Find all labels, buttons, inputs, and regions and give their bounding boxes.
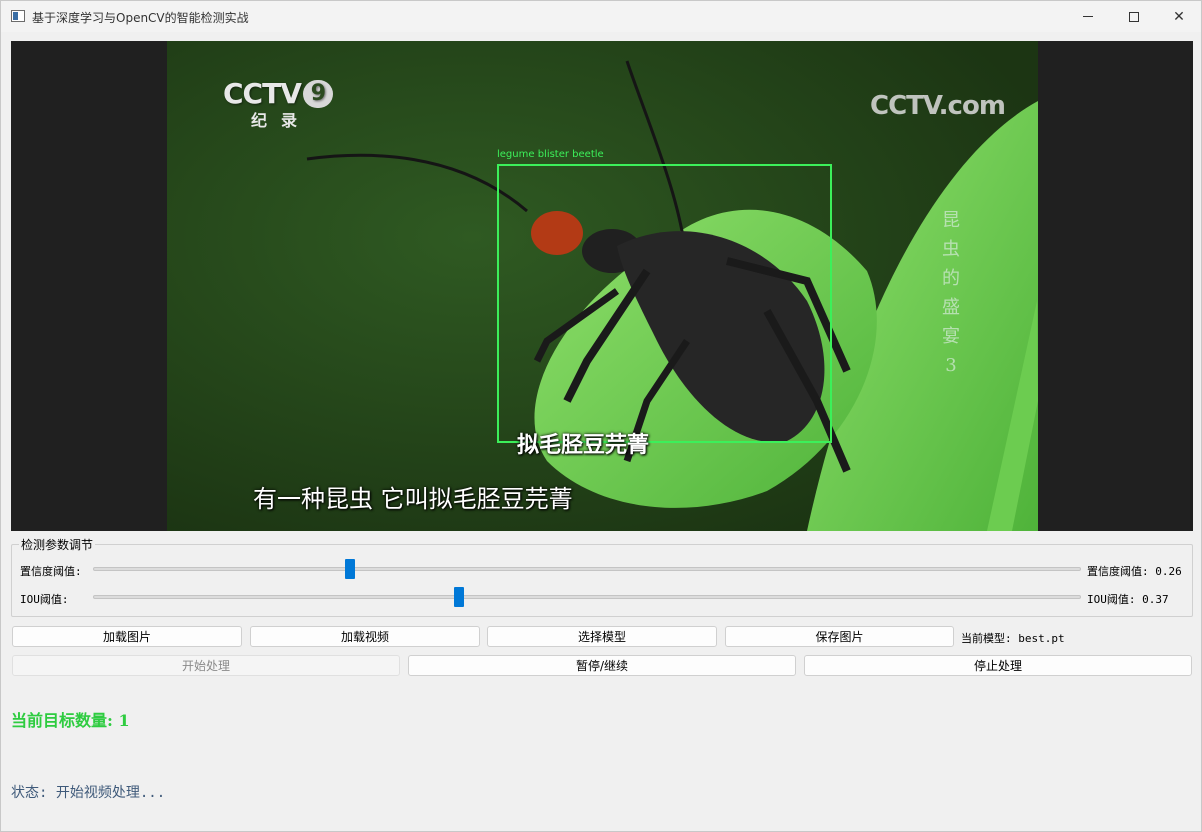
video-frame: CCTV 9 纪录 CCTV.com 昆 虫 的 盛 宴 3 legume bli… bbox=[167, 41, 1038, 531]
iou-value: IOU阈值: 0.37 bbox=[1087, 593, 1169, 606]
window-title: 基于深度学习与OpenCV的智能检测实战 bbox=[32, 11, 249, 25]
title-bar[interactable]: 基于深度学习与OpenCV的智能检测实战 ✕ bbox=[1, 1, 1201, 32]
stop-processing-button[interactable]: 停止处理 bbox=[804, 655, 1192, 676]
side-caption-char: 的 bbox=[942, 268, 960, 289]
maximize-button[interactable] bbox=[1111, 1, 1157, 32]
target-count-label: 当前目标数量: 1 bbox=[11, 711, 130, 730]
confidence-label: 置信度阈值: bbox=[20, 565, 82, 578]
side-caption-char: 3 bbox=[945, 355, 957, 376]
confidence-slider-handle[interactable] bbox=[344, 559, 355, 579]
detection-params-title: 检测参数调节 bbox=[19, 536, 96, 553]
iou-slider[interactable] bbox=[93, 595, 1081, 599]
detection-label: legume blister beetle bbox=[497, 149, 604, 160]
channel-logo: CCTV 9 bbox=[223, 77, 333, 110]
maximize-icon bbox=[1129, 11, 1139, 22]
side-caption-char: 虫 bbox=[942, 239, 960, 260]
confidence-slider[interactable] bbox=[93, 567, 1081, 571]
save-image-button[interactable]: 保存图片 bbox=[725, 626, 954, 647]
video-display: CCTV 9 纪录 CCTV.com 昆 虫 的 盛 宴 3 legume bli… bbox=[11, 41, 1193, 531]
iou-slider-handle[interactable] bbox=[453, 587, 464, 607]
side-caption: 昆 虫 的 盛 宴 3 bbox=[939, 206, 963, 380]
current-model-label: 当前模型: best.pt bbox=[961, 632, 1065, 645]
pause-resume-button[interactable]: 暂停/继续 bbox=[408, 655, 796, 676]
detection-params-group bbox=[11, 544, 1193, 617]
species-subtitle: 拟毛胫豆芫菁 bbox=[517, 432, 650, 458]
watermark-logo: CCTV.com bbox=[870, 91, 1006, 121]
select-model-button[interactable]: 选择模型 bbox=[487, 626, 717, 647]
video-subtitle: 有一种昆虫 它叫拟毛胫豆芫菁 bbox=[253, 485, 573, 513]
app-window: 基于深度学习与OpenCV的智能检测实战 ✕ CCTV 9 纪录 CCTV.co… bbox=[0, 0, 1202, 832]
channel-logo-text: CCTV bbox=[223, 77, 302, 110]
status-label: 状态: 开始视频处理... bbox=[11, 785, 166, 801]
channel-number: 9 bbox=[302, 80, 333, 108]
close-button[interactable]: ✕ bbox=[1156, 1, 1202, 32]
close-icon: ✕ bbox=[1173, 8, 1185, 25]
start-processing-button[interactable]: 开始处理 bbox=[12, 655, 400, 676]
app-icon bbox=[11, 10, 25, 22]
channel-sub-label: 纪录 bbox=[251, 111, 312, 130]
side-caption-char: 盛 bbox=[942, 297, 960, 318]
side-caption-char: 昆 bbox=[942, 210, 960, 231]
side-caption-char: 宴 bbox=[942, 326, 960, 347]
confidence-value: 置信度阈值: 0.26 bbox=[1087, 565, 1182, 578]
load-image-button[interactable]: 加载图片 bbox=[12, 626, 242, 647]
iou-label: IOU阈值: bbox=[20, 593, 69, 606]
minimize-button[interactable] bbox=[1065, 1, 1111, 32]
load-video-button[interactable]: 加载视频 bbox=[250, 626, 480, 647]
detection-box bbox=[497, 164, 832, 443]
minimize-icon bbox=[1083, 16, 1093, 17]
